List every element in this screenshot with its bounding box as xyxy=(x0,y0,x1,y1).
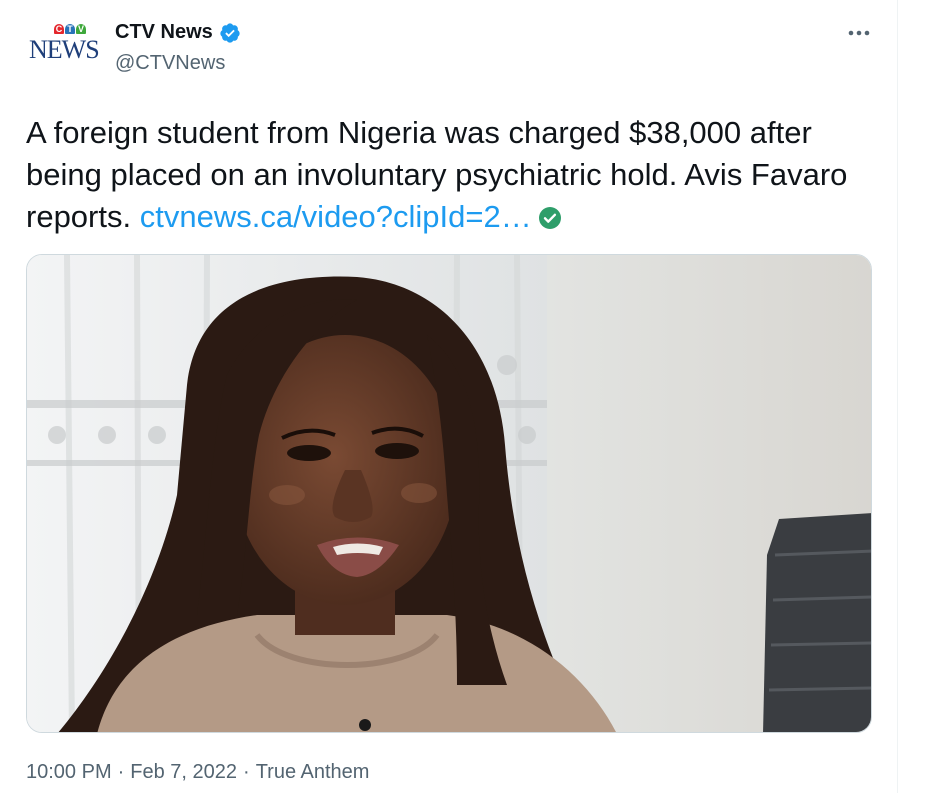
ctv-logo-word: NEWS xyxy=(29,35,100,64)
verified-badge-icon xyxy=(219,22,241,44)
logo-letter-c: C xyxy=(54,24,64,34)
author-display-name[interactable]: CTV News xyxy=(115,21,213,44)
meta-separator: · xyxy=(243,761,250,783)
tweet-media-video[interactable] xyxy=(26,254,872,733)
column-divider xyxy=(897,0,898,793)
more-options-button[interactable] xyxy=(842,20,876,46)
video-still-image xyxy=(27,255,871,732)
meta-separator: · xyxy=(117,761,125,783)
author-name-row: CTV News xyxy=(115,21,241,44)
tweet-date[interactable]: Feb 7, 2022 xyxy=(130,761,237,784)
avatar[interactable]: C T V NEWS xyxy=(26,20,100,76)
tweet-link[interactable]: ctvnews.ca/video?clipId=2… xyxy=(140,199,532,234)
tweet-source[interactable]: True Anthem xyxy=(256,761,370,784)
tweet-meta: 10:00 PM · Feb 7, 2022 · True Anthem xyxy=(26,761,369,784)
logo-letter-t: T xyxy=(65,24,75,34)
tweet-text: A foreign student from Nigeria was charg… xyxy=(26,112,876,241)
tweet-card: C T V NEWS CTV News @CTVNews A foreign s… xyxy=(0,0,898,793)
ctv-logo-mark: C T V xyxy=(54,24,86,34)
check-circle-icon xyxy=(538,199,562,241)
logo-letter-v: V xyxy=(76,24,86,34)
author-handle[interactable]: @CTVNews xyxy=(115,52,225,75)
tweet-time[interactable]: 10:00 PM xyxy=(26,761,112,784)
more-dots-icon xyxy=(848,30,870,36)
